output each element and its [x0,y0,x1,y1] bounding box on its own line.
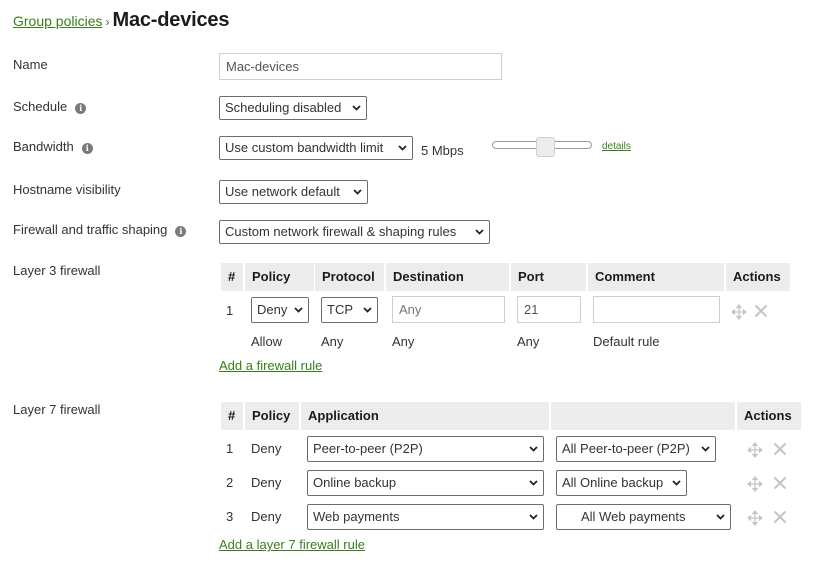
layer7-rule-policy: Deny [251,441,282,456]
bandwidth-select-value: Use custom bandwidth limit [225,140,384,155]
layer3-rule-protocol-select[interactable]: TCP [321,297,378,323]
hostname-visibility-select[interactable]: Use network default [219,180,368,204]
layer7-rule-category-value: All Online backup [562,475,664,490]
breadcrumb-separator: › [105,15,110,29]
layer3-rule-number: 1 [226,303,234,318]
schedule-select[interactable]: Scheduling disabled [219,96,367,120]
layer3-header-comment: Comment [588,263,724,291]
chevron-down-icon [353,181,362,195]
chevron-down-icon [529,505,538,520]
layer7-header-policy: Policy [245,402,299,430]
schedule-label-row: Schedule i [13,99,87,114]
close-icon[interactable] [754,304,768,321]
layer3-rule-policy-value: Deny [257,302,288,317]
layer3-default-policy: Allow [251,334,283,349]
layer3-rule-comment-input[interactable] [593,296,720,323]
layer3-header-num: # [221,263,243,291]
name-input[interactable] [219,53,502,80]
close-icon[interactable] [773,476,787,493]
layer7-rule-policy: Deny [251,509,282,524]
layer7-rule-number: 3 [226,509,234,524]
info-icon[interactable]: i [81,143,93,154]
schedule-select-value: Scheduling disabled [225,100,342,115]
layer3-default-destination: Any [392,334,415,349]
firewall-shaping-label-row: Firewall and traffic shaping i [13,222,187,237]
layer7-rule-application-value: Online backup [313,475,397,490]
name-label: Name [13,57,48,72]
layer7-rule-category-select[interactable]: All Online backup [556,470,687,496]
layer7-header-num: # [221,402,243,430]
layer3-rule-port-input[interactable] [517,296,581,323]
chevron-down-icon [352,97,361,111]
layer7-rule-category-value: All Web payments [581,509,686,524]
add-firewall-rule-link[interactable]: Add a firewall rule [219,358,322,373]
chevron-down-icon [701,437,710,452]
layer7-rule-category-select[interactable]: All Peer-to-peer (P2P) [556,436,716,462]
layer7-rule-category-value: All Peer-to-peer (P2P) [562,441,690,456]
layer3-header-policy: Policy [245,263,314,291]
info-icon[interactable]: i [175,226,187,237]
chevron-down-icon [672,471,681,486]
layer3-header-port: Port [511,263,586,291]
layer7-rule-application-value: Web payments [313,509,400,524]
chevron-down-icon [475,221,484,235]
layer7-rule-category-select[interactable]: All Web payments [556,504,731,530]
hostname-visibility-label: Hostname visibility [13,182,121,197]
move-icon[interactable] [731,304,747,323]
layer7-firewall-table: # Policy Application Actions [0,402,828,432]
bandwidth-details-link[interactable]: details [602,141,631,152]
layer3-header-destination: Destination [386,263,509,291]
move-icon[interactable] [747,442,763,461]
bandwidth-label-row: Bandwidth i [13,139,93,154]
layer3-default-port: Any [517,334,540,349]
layer7-rule-application-select[interactable]: Web payments [307,504,544,530]
add-layer7-firewall-rule-link[interactable]: Add a layer 7 firewall rule [219,537,365,552]
layer3-header-protocol: Protocol [315,263,384,291]
breadcrumb-group-policies-link[interactable]: Group policies [13,13,103,29]
bandwidth-select[interactable]: Use custom bandwidth limit [219,136,413,160]
chevron-down-icon [398,137,407,151]
layer7-rule-number: 1 [226,441,234,456]
layer7-rule-policy: Deny [251,475,282,490]
layer7-header-application: Application [301,402,549,430]
bandwidth-limit-value: 5 Mbps [421,143,464,158]
chevron-down-icon [529,437,538,452]
move-icon[interactable] [747,476,763,495]
chevron-down-icon [529,471,538,486]
chevron-down-icon [363,298,372,313]
breadcrumb: Group policies › Mac-devices [13,9,229,32]
page-title: Mac-devices [112,9,230,31]
schedule-label: Schedule [13,99,68,114]
info-icon[interactable]: i [75,103,87,114]
layer7-rule-number: 2 [226,475,234,490]
layer3-default-protocol: Any [321,334,344,349]
move-icon[interactable] [747,510,763,529]
layer3-rule-destination-input[interactable] [392,296,505,323]
layer7-rule-application-value: Peer-to-peer (P2P) [313,441,423,456]
close-icon[interactable] [773,510,787,527]
layer7-rule-application-select[interactable]: Online backup [307,470,544,496]
bandwidth-slider-handle[interactable] [536,137,555,157]
layer3-rule-protocol-value: TCP [327,302,353,317]
firewall-shaping-select-value: Custom network firewall & shaping rules [225,224,457,239]
layer3-default-comment: Default rule [593,334,660,349]
layer3-rule-policy-select[interactable]: Deny [251,297,309,323]
layer7-header-actions: Actions [737,402,801,430]
bandwidth-label: Bandwidth [13,139,74,154]
hostname-visibility-select-value: Use network default [225,184,340,199]
close-icon[interactable] [773,442,787,459]
layer7-header-category [551,402,735,430]
firewall-shaping-select[interactable]: Custom network firewall & shaping rules [219,220,490,244]
layer3-header-actions: Actions [726,263,790,291]
chevron-down-icon [294,298,303,313]
firewall-shaping-label: Firewall and traffic shaping [13,222,168,237]
chevron-down-icon [716,505,725,520]
layer7-rule-application-select[interactable]: Peer-to-peer (P2P) [307,436,544,462]
